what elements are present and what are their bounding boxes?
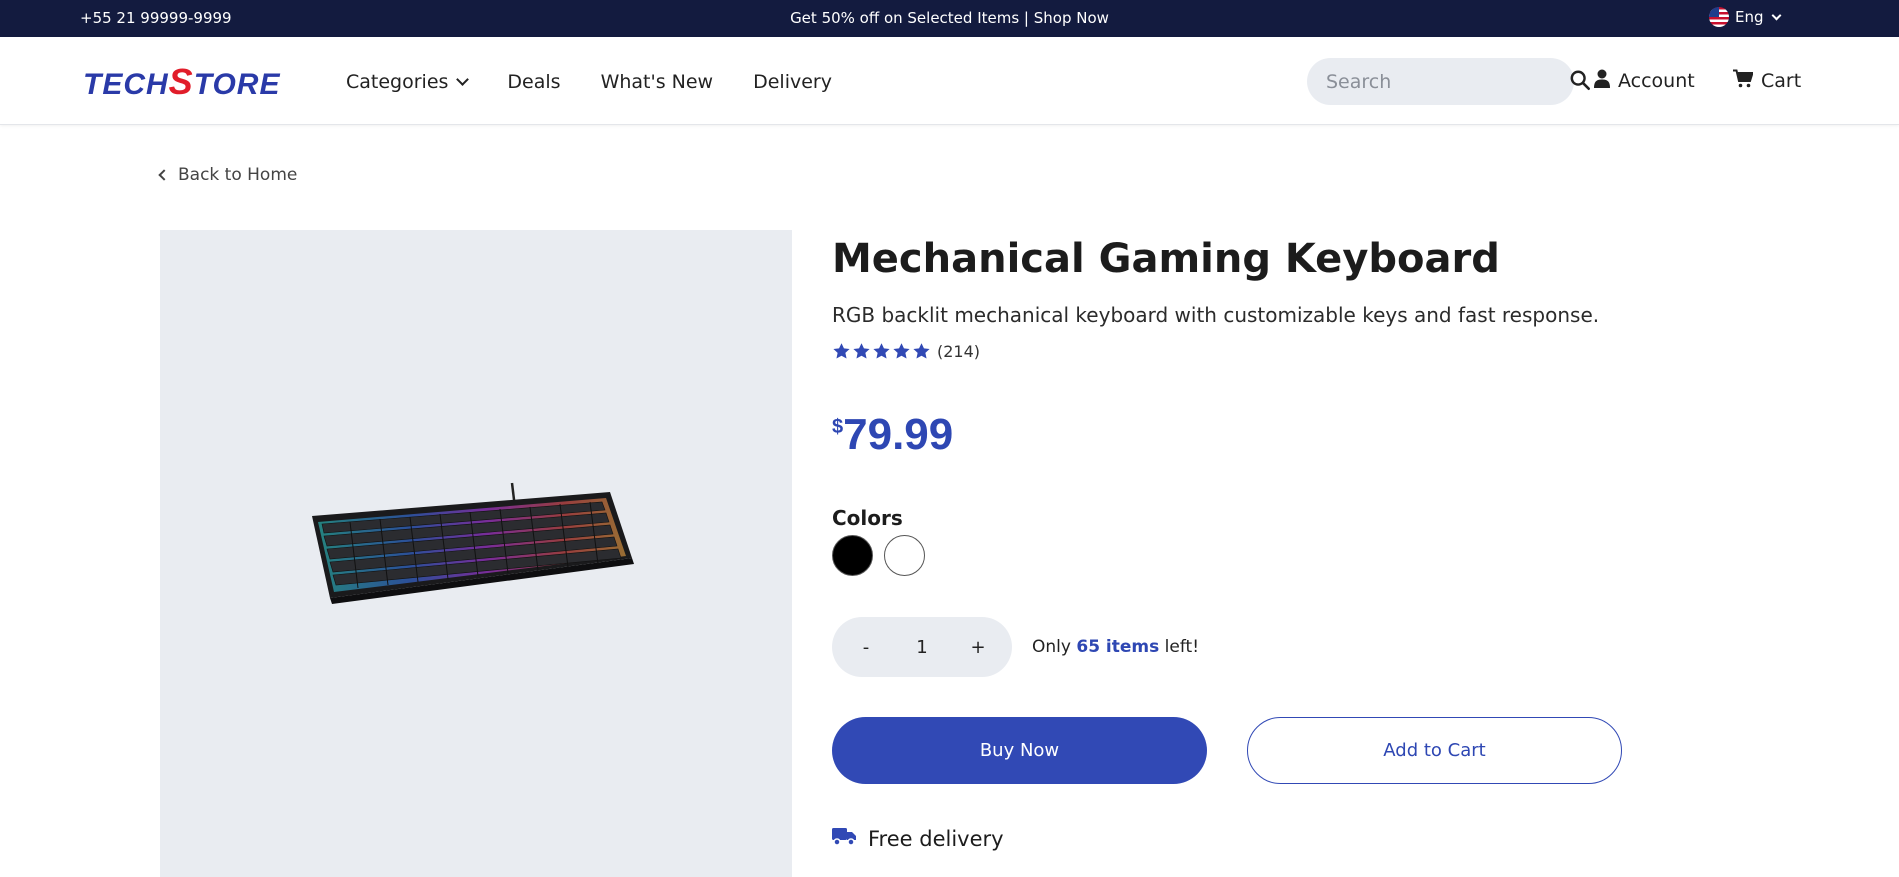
colors-label: Colors [832,506,903,530]
star-icon [833,343,850,359]
quantity-value[interactable]: 1 [912,637,932,658]
price-amount: 79.99 [843,410,954,459]
nav-deals[interactable]: Deals [507,71,560,93]
truck-icon [832,826,858,851]
star-icon [873,343,890,359]
search-icon[interactable] [1569,69,1591,95]
stock-suffix: left! [1164,637,1200,657]
delivery-info: Free delivery [832,826,1004,851]
color-swatch-white[interactable] [884,535,925,576]
color-swatch-black[interactable] [832,535,873,576]
star-icon [913,343,930,359]
rating-count: (214) [937,342,981,361]
quantity-increase-button[interactable]: + [968,637,988,658]
stock-prefix: Only [1032,637,1071,657]
product-price: $79.99 [832,410,953,460]
buy-now-button[interactable]: Buy Now [832,717,1207,784]
shopping-cart-icon [1733,69,1754,93]
product-title: Mechanical Gaming Keyboard [832,236,1500,282]
nav-categories[interactable]: Categories [346,71,470,93]
product-rating: (214) [832,342,980,361]
back-to-home-link[interactable]: Back to Home [158,165,298,185]
quantity-decrease-button[interactable]: - [856,637,876,658]
main-nav: Categories Deals What's New Delivery [346,71,832,93]
product-image-panel [160,230,792,877]
stock-count: 65 items [1076,637,1160,657]
promo-link[interactable]: Get 50% off on Selected Items | Shop Now [0,9,1899,27]
keyboard-image [312,482,634,604]
rating-stars [832,342,931,361]
logo-text-tore: TORE [193,68,281,101]
techstore-logo[interactable]: TECHSTORE [83,61,280,103]
cart-label: Cart [1761,70,1802,92]
language-selector[interactable]: Eng [1709,7,1781,27]
stock-message: Only 65 items left! [1032,637,1199,657]
chevron-down-icon [456,73,470,86]
nav-whats-new[interactable]: What's New [601,71,714,93]
announcement-bar: +55 21 99999-9999 Get 50% off on Selecte… [0,0,1899,37]
site-header: TECHSTORE Categories Deals What's New De… [0,37,1899,125]
chevron-left-icon [158,169,170,181]
account-link[interactable]: Account [1594,69,1695,93]
nav-categories-label: Categories [346,71,449,93]
quantity-stepper: - 1 + [832,617,1012,677]
cart-link[interactable]: Cart [1733,69,1801,93]
star-icon [853,343,870,359]
price-currency: $ [832,416,844,438]
search-input[interactable] [1326,70,1569,93]
chevron-down-icon [1771,10,1781,20]
product-description: RGB backlit mechanical keyboard with cus… [832,303,1600,327]
nav-delivery[interactable]: Delivery [753,71,832,93]
back-label: Back to Home [178,165,298,185]
add-to-cart-button[interactable]: Add to Cart [1247,717,1622,784]
delivery-label: Free delivery [868,826,1004,851]
us-flag-icon [1709,7,1729,27]
logo-text-s: S [168,61,194,102]
star-icon [893,343,910,359]
logo-text-tech: TECH [83,68,169,101]
user-icon [1594,69,1610,93]
search-box [1307,58,1590,105]
account-label: Account [1618,70,1695,92]
language-label: Eng [1735,8,1764,26]
